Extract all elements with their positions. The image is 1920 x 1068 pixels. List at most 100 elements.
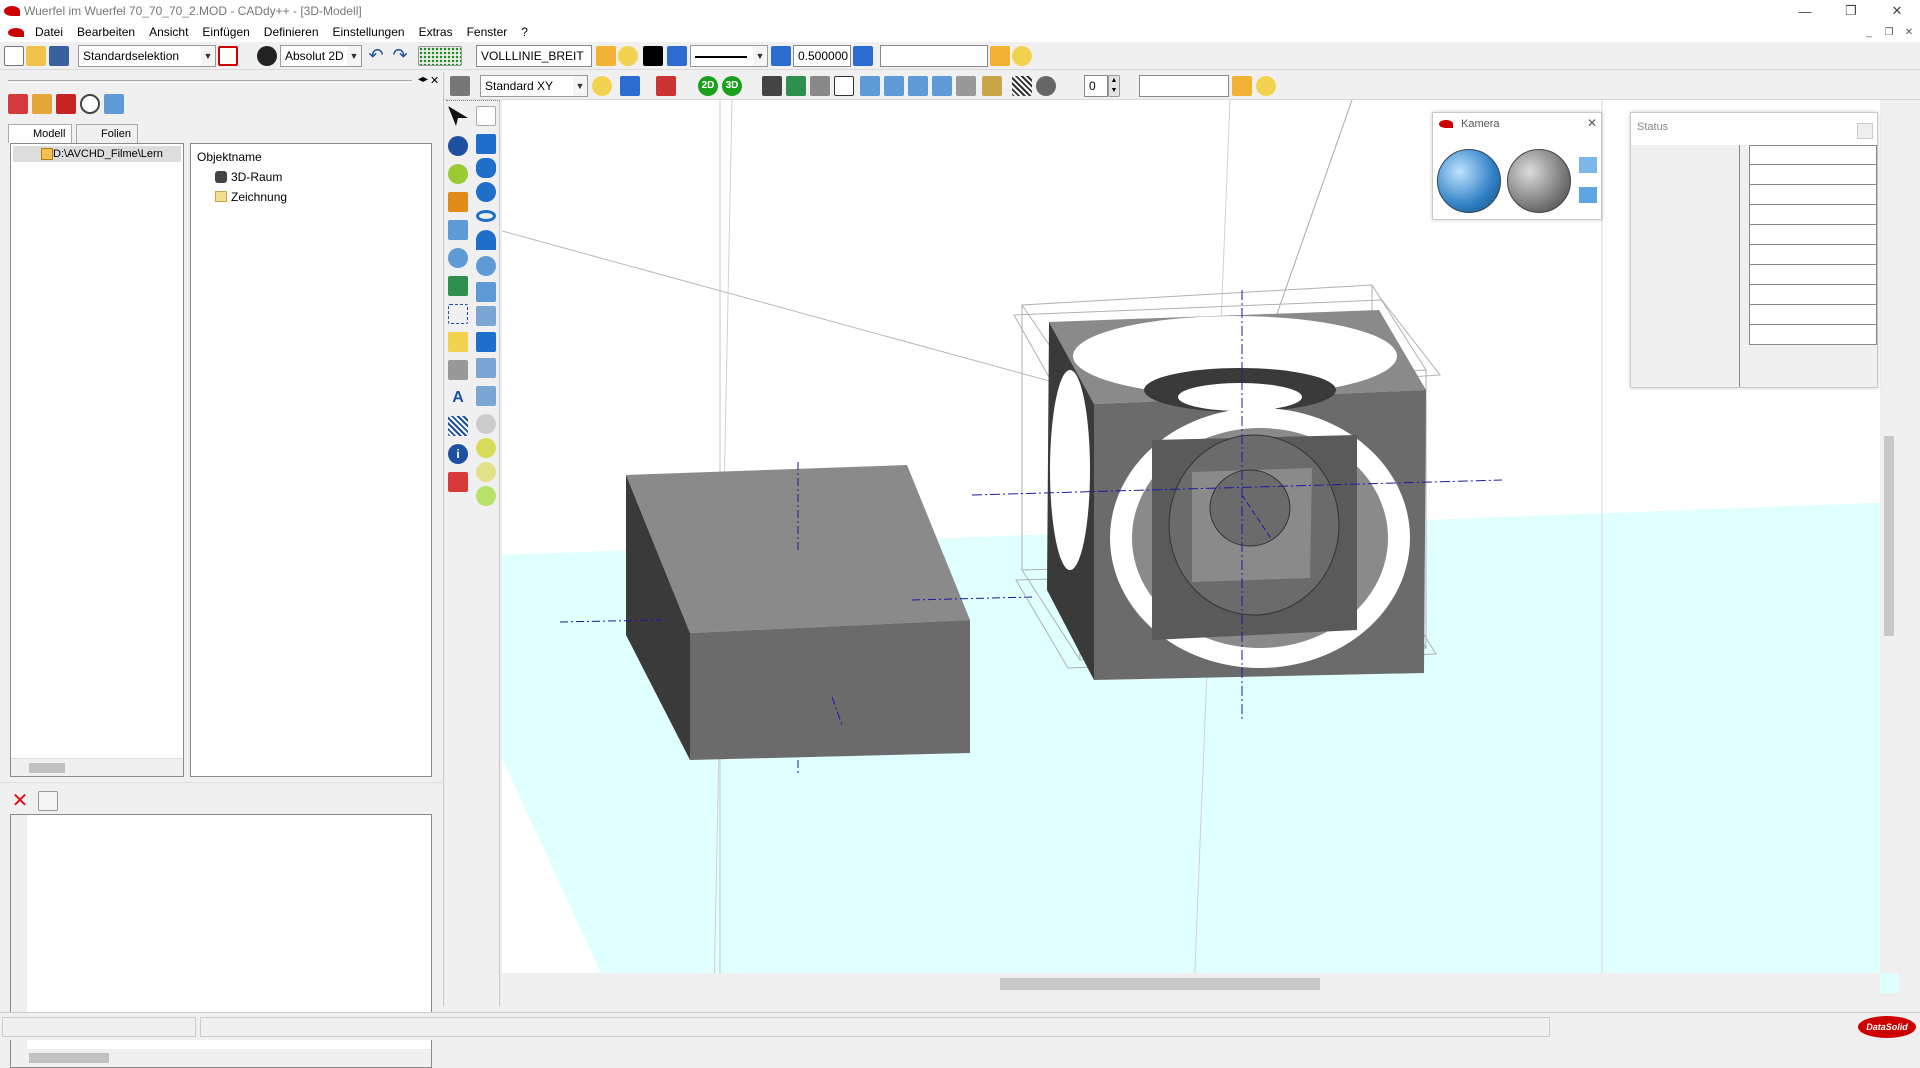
transform-icon[interactable]: [620, 76, 640, 96]
panel-tool-icon-3[interactable]: [56, 94, 76, 114]
open-file-icon[interactable]: [26, 46, 46, 66]
sphere-icon[interactable]: [1036, 76, 1056, 96]
minimize-button[interactable]: —: [1782, 0, 1828, 22]
folder-icon[interactable]: [990, 46, 1010, 66]
measure-icon[interactable]: [656, 76, 676, 96]
menu-help[interactable]: ?: [514, 25, 535, 39]
view-2d-button[interactable]: 2D: [698, 76, 718, 96]
dimension-icon[interactable]: [448, 332, 468, 352]
new-file-icon[interactable]: [4, 46, 24, 66]
scroll-thumb[interactable]: [1884, 436, 1894, 636]
menu-einfuegen[interactable]: Einfügen: [195, 25, 256, 39]
camera-cube-alt-icon[interactable]: [1579, 187, 1597, 203]
spinner-arrows[interactable]: ▲ ▼: [1108, 75, 1120, 97]
file-tree-pane[interactable]: D:\AVCHD_Filme\Lern: [10, 143, 184, 777]
line-width-field[interactable]: 0.500000: [793, 45, 851, 67]
close-button[interactable]: ✕: [1874, 0, 1920, 22]
grid-icon[interactable]: [418, 46, 462, 66]
menu-ansicht[interactable]: Ansicht: [142, 25, 195, 39]
folder-icon[interactable]: [1232, 76, 1252, 96]
spinner-field[interactable]: 0: [1084, 75, 1108, 97]
delete-icon[interactable]: ✕: [10, 791, 30, 811]
line-type-select[interactable]: ▼: [690, 45, 768, 67]
trim-icon[interactable]: [448, 220, 468, 240]
menu-bearbeiten[interactable]: Bearbeiten: [70, 25, 142, 39]
pan-hand-icon[interactable]: [834, 76, 854, 96]
layer-icon[interactable]: [596, 46, 616, 66]
mdi-restore-button[interactable]: ❐: [1880, 24, 1898, 40]
viewport-vscrollbar[interactable]: [1880, 100, 1898, 973]
shading-icon[interactable]: [982, 76, 1002, 96]
zoom-all-icon[interactable]: [908, 76, 928, 96]
layer-stack-icon[interactable]: [771, 46, 791, 66]
restore-button[interactable]: ❐: [1828, 0, 1874, 22]
text-icon[interactable]: A: [448, 388, 468, 408]
tab-layers[interactable]: Folien: [76, 124, 138, 143]
bulb-icon[interactable]: [1256, 76, 1276, 96]
status-panel-button[interactable]: [1857, 123, 1873, 139]
section-icon[interactable]: [956, 76, 976, 96]
fillet-icon[interactable]: [476, 386, 496, 406]
selection-mode-select[interactable]: Standardselektion ▼: [78, 45, 216, 67]
select-arrow-outline-icon[interactable]: [476, 106, 496, 126]
boolean-subtract-icon[interactable]: [476, 438, 496, 458]
loft-icon[interactable]: [476, 306, 496, 326]
panel-close-icon[interactable]: ✕: [430, 74, 439, 87]
axis-icon[interactable]: [448, 304, 468, 324]
box-solid-icon[interactable]: [476, 134, 496, 154]
info-icon[interactable]: i: [448, 444, 468, 464]
render-icon[interactable]: [786, 76, 806, 96]
object-tree-pane[interactable]: Objektname 3D-Raum Zeichnung: [190, 143, 432, 777]
object-item-3d-raum[interactable]: 3D-Raum: [231, 170, 282, 184]
layer-stack-icon[interactable]: [667, 46, 687, 66]
menu-einstellungen[interactable]: Einstellungen: [326, 25, 412, 39]
snap-points-icon[interactable]: [448, 360, 468, 380]
coord-mode-select[interactable]: Absolut 2D ▼: [280, 45, 362, 67]
redo-icon[interactable]: ↷: [390, 46, 410, 66]
torus-icon[interactable]: [476, 210, 496, 222]
mdi-close-button[interactable]: ✕: [1900, 24, 1918, 40]
camera-orbit-globe-icon[interactable]: [1507, 149, 1571, 213]
boolean-intersect-icon[interactable]: [476, 462, 496, 482]
search-field-1[interactable]: [880, 45, 988, 67]
revolve-icon[interactable]: [476, 256, 496, 276]
snap-icon[interactable]: [257, 46, 277, 66]
object-item-zeichnung[interactable]: Zeichnung: [231, 190, 287, 204]
panel-tool-icon-2[interactable]: [32, 94, 52, 114]
sweep-icon[interactable]: [476, 282, 496, 302]
camera-globe-icon[interactable]: [1437, 149, 1501, 213]
view-plane-select[interactable]: Standard XY ▼: [480, 75, 588, 97]
edit-pencil-icon[interactable]: [448, 276, 468, 296]
menu-fenster[interactable]: Fenster: [460, 25, 515, 39]
view-3d-button[interactable]: 3D: [722, 76, 742, 96]
eraser-icon[interactable]: [448, 472, 468, 492]
sphere-icon[interactable]: [448, 136, 468, 156]
view-cube-icon[interactable]: [450, 76, 470, 96]
select-arrow-icon[interactable]: [448, 106, 468, 126]
search-field-2[interactable]: [1139, 75, 1229, 97]
scroll-thumb[interactable]: [29, 1053, 109, 1063]
panel-pin-icon[interactable]: ◂▸: [418, 74, 428, 85]
boolean-split-icon[interactable]: [476, 486, 496, 506]
properties-icon[interactable]: [38, 791, 58, 811]
tab-model[interactable]: Modell: [8, 124, 73, 143]
layer-name-field[interactable]: VOLLLINIE_BREIT: [476, 45, 592, 67]
scroll-thumb[interactable]: [1000, 978, 1320, 990]
file-tree-hscrollbar[interactable]: [11, 758, 183, 776]
circle-tool-icon[interactable]: [448, 164, 468, 184]
hatch-icon[interactable]: [1012, 76, 1032, 96]
zoom-out-icon[interactable]: [884, 76, 904, 96]
menu-datei[interactable]: Datei: [28, 25, 70, 39]
pencil-icon[interactable]: [448, 192, 468, 212]
light-icon[interactable]: [592, 76, 612, 96]
layer-stack-icon[interactable]: [853, 46, 873, 66]
chamfer-icon[interactable]: [476, 358, 496, 378]
file-tree-item[interactable]: D:\AVCHD_Filme\Lern: [13, 146, 181, 162]
hatch-icon[interactable]: [448, 416, 468, 436]
scroll-thumb[interactable]: [29, 763, 65, 773]
save-icon[interactable]: [49, 46, 69, 66]
color-swatch[interactable]: [643, 46, 663, 66]
zoom-in-icon[interactable]: [860, 76, 880, 96]
zoom-extents-icon[interactable]: [932, 76, 952, 96]
cylinder-icon[interactable]: [476, 158, 496, 178]
